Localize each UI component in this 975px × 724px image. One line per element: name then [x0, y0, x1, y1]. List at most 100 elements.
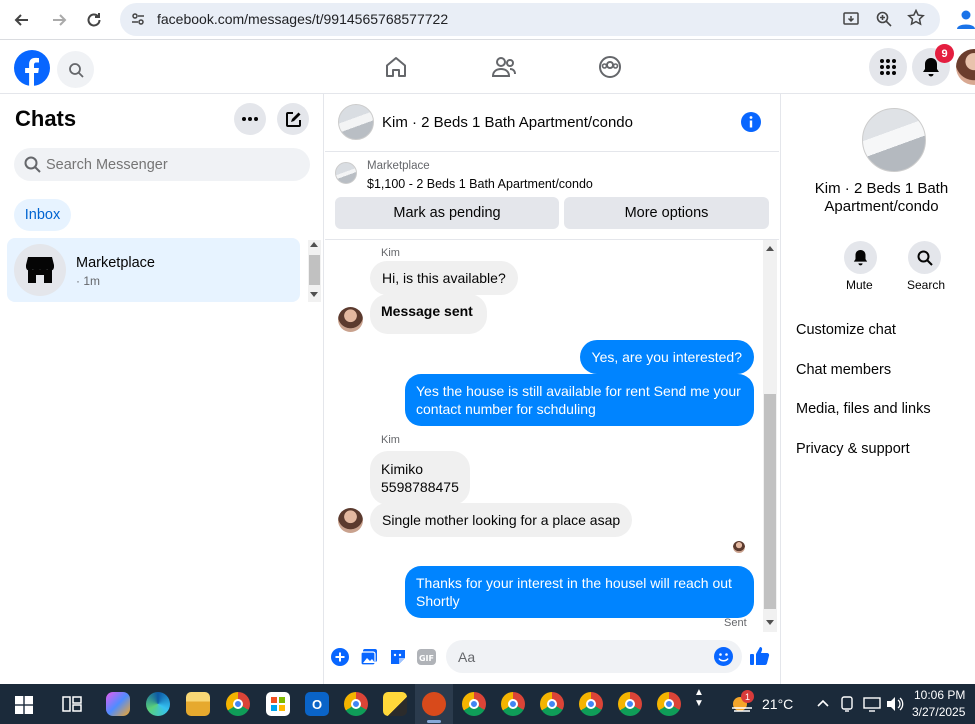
message-bubble-outgoing[interactable]: Yes the house is still available for ren…	[405, 374, 754, 426]
forward-icon[interactable]	[47, 8, 71, 32]
sticky-notes-icon[interactable]	[383, 692, 407, 716]
listing-description[interactable]: $1,100 - 2 Beds 1 Bath Apartment/condo	[367, 177, 593, 191]
like-thumbs-up-icon[interactable]	[750, 646, 770, 671]
file-explorer-icon[interactable]	[186, 692, 210, 716]
groups-icon[interactable]	[598, 55, 622, 84]
chrome-profile-icon[interactable]	[657, 692, 681, 716]
copilot-icon[interactable]	[106, 692, 130, 716]
media-files-links-row[interactable]: Media, files and links	[796, 401, 931, 417]
clock-time[interactable]: 10:06 PM	[914, 688, 965, 702]
taskbar-scroll-arrows-icon[interactable]: ▲ ▼	[694, 687, 704, 709]
more-options-button[interactable]: More options	[564, 197, 769, 229]
conversation-avatar[interactable]	[338, 104, 374, 140]
chrome-icon[interactable]	[226, 692, 250, 716]
chrome-profile-icon[interactable]	[618, 692, 642, 716]
conversation-title[interactable]: Kim · 2 Beds 1 Bath Apartment/condo	[382, 114, 633, 131]
snipping-tool-icon[interactable]	[422, 692, 446, 716]
address-bar[interactable]: facebook.com/messages/t/9914565768577722	[120, 3, 940, 36]
outlook-icon[interactable]: O	[305, 692, 329, 716]
install-app-icon[interactable]	[842, 10, 860, 33]
new-message-icon[interactable]	[277, 103, 309, 135]
chat-list-scrollbar[interactable]	[308, 240, 321, 302]
windows-taskbar: O ▲ ▼ 1 21°C 10:06 PM 3/27/2025	[0, 684, 975, 724]
message-bubble-outgoing[interactable]: Thanks for your interest in the housel w…	[405, 566, 754, 618]
messages-scrollbar[interactable]	[763, 240, 777, 632]
facebook-logo-icon[interactable]	[14, 50, 50, 91]
scroll-up-icon[interactable]	[310, 242, 318, 247]
task-view-icon[interactable]	[62, 695, 82, 718]
search-label: Search	[907, 278, 946, 292]
chrome-profile-icon[interactable]	[462, 692, 486, 716]
conversation-panel: Kim · 2 Beds 1 Bath Apartment/condo Mark…	[325, 94, 779, 684]
chats-title: Chats	[15, 106, 77, 131]
home-icon[interactable]	[384, 55, 408, 84]
scroll-thumb[interactable]	[764, 394, 776, 609]
info-icon[interactable]	[741, 112, 761, 137]
privacy-support-row[interactable]: Privacy & support	[796, 441, 910, 457]
conversation-header: Kim · 2 Beds 1 Bath Apartment/condo	[325, 94, 779, 152]
message-bubble-incoming[interactable]: Message sent	[370, 294, 487, 334]
message-composer: GIF Aa	[325, 636, 779, 680]
search-conversation-icon[interactable]	[908, 241, 941, 274]
volume-icon[interactable]	[886, 696, 904, 717]
chrome-profile-icon[interactable]	[540, 692, 564, 716]
show-hidden-icons-chevron-icon[interactable]	[816, 696, 830, 713]
scroll-up-icon[interactable]	[766, 246, 774, 251]
seen-indicator-avatar	[733, 541, 745, 553]
message-bubble-incoming[interactable]: Kimiko 5598788475	[370, 451, 470, 505]
inbox-tab[interactable]: Inbox	[14, 199, 71, 231]
scroll-down-icon[interactable]	[766, 620, 774, 625]
reload-icon[interactable]	[82, 8, 106, 32]
menu-grid-icon[interactable]	[869, 48, 907, 86]
chrome-profile-icon[interactable]	[501, 692, 525, 716]
meet-now-icon[interactable]	[840, 696, 854, 717]
notification-badge: 9	[935, 44, 954, 63]
friends-icon[interactable]	[491, 55, 517, 84]
marketplace-listing-bar: Marketplace $1,100 - 2 Beds 1 Bath Apart…	[325, 152, 779, 240]
message-bubble-incoming[interactable]: Single mother looking for a place asap	[370, 503, 633, 537]
network-icon[interactable]	[863, 696, 881, 717]
clock-date[interactable]: 3/27/2025	[912, 705, 965, 719]
chat-members-row[interactable]: Chat members	[796, 362, 891, 378]
search-input[interactable]	[46, 148, 296, 181]
mute-bell-icon[interactable]	[844, 241, 877, 274]
chat-options-icon[interactable]	[234, 103, 266, 135]
profile-icon[interactable]	[957, 9, 975, 34]
scroll-thumb[interactable]	[309, 255, 320, 285]
chrome-profile-icon[interactable]	[579, 692, 603, 716]
sender-avatar[interactable]	[338, 508, 363, 533]
chat-item-name: Marketplace	[76, 255, 155, 271]
temperature-text[interactable]: 21°C	[762, 696, 793, 712]
fb-search-icon[interactable]	[57, 51, 94, 88]
gif-icon[interactable]: GIF	[417, 648, 436, 671]
customize-chat-row[interactable]: Customize chat	[796, 322, 896, 338]
chrome-profile-icon[interactable]	[344, 692, 368, 716]
bookmark-star-icon[interactable]	[907, 8, 925, 32]
message-input[interactable]: Aa	[446, 640, 742, 673]
sticker-icon[interactable]	[389, 648, 407, 671]
photo-icon[interactable]	[360, 648, 378, 671]
messenger-search[interactable]	[14, 148, 310, 181]
add-plus-icon[interactable]	[331, 648, 349, 671]
scroll-down-icon[interactable]	[310, 292, 318, 297]
zoom-icon[interactable]	[875, 10, 893, 33]
message-bubble-incoming[interactable]: Hi, is this available?	[370, 261, 518, 295]
sender-avatar[interactable]	[338, 307, 363, 332]
message-bubble-outgoing[interactable]: Yes, are you interested?	[579, 340, 754, 374]
facebook-header: 9	[0, 41, 975, 94]
conversation-avatar-large[interactable]	[862, 108, 926, 172]
chat-item-time: · 1m	[76, 274, 100, 288]
emoji-icon[interactable]	[714, 647, 733, 671]
back-icon[interactable]	[10, 8, 34, 32]
chat-list-item[interactable]: Marketplace · 1m	[7, 238, 300, 302]
store-icon[interactable]	[266, 692, 290, 716]
windows-start-icon[interactable]	[15, 696, 33, 719]
listing-thumbnail[interactable]	[335, 162, 357, 184]
weather-badge: 1	[741, 690, 754, 703]
search-icon	[24, 156, 41, 178]
message-line: 5598788475	[381, 479, 459, 495]
mark-as-pending-button[interactable]: Mark as pending	[335, 197, 559, 229]
edge-icon[interactable]	[146, 692, 170, 716]
account-avatar[interactable]	[956, 49, 975, 85]
site-settings-icon[interactable]	[130, 11, 146, 32]
